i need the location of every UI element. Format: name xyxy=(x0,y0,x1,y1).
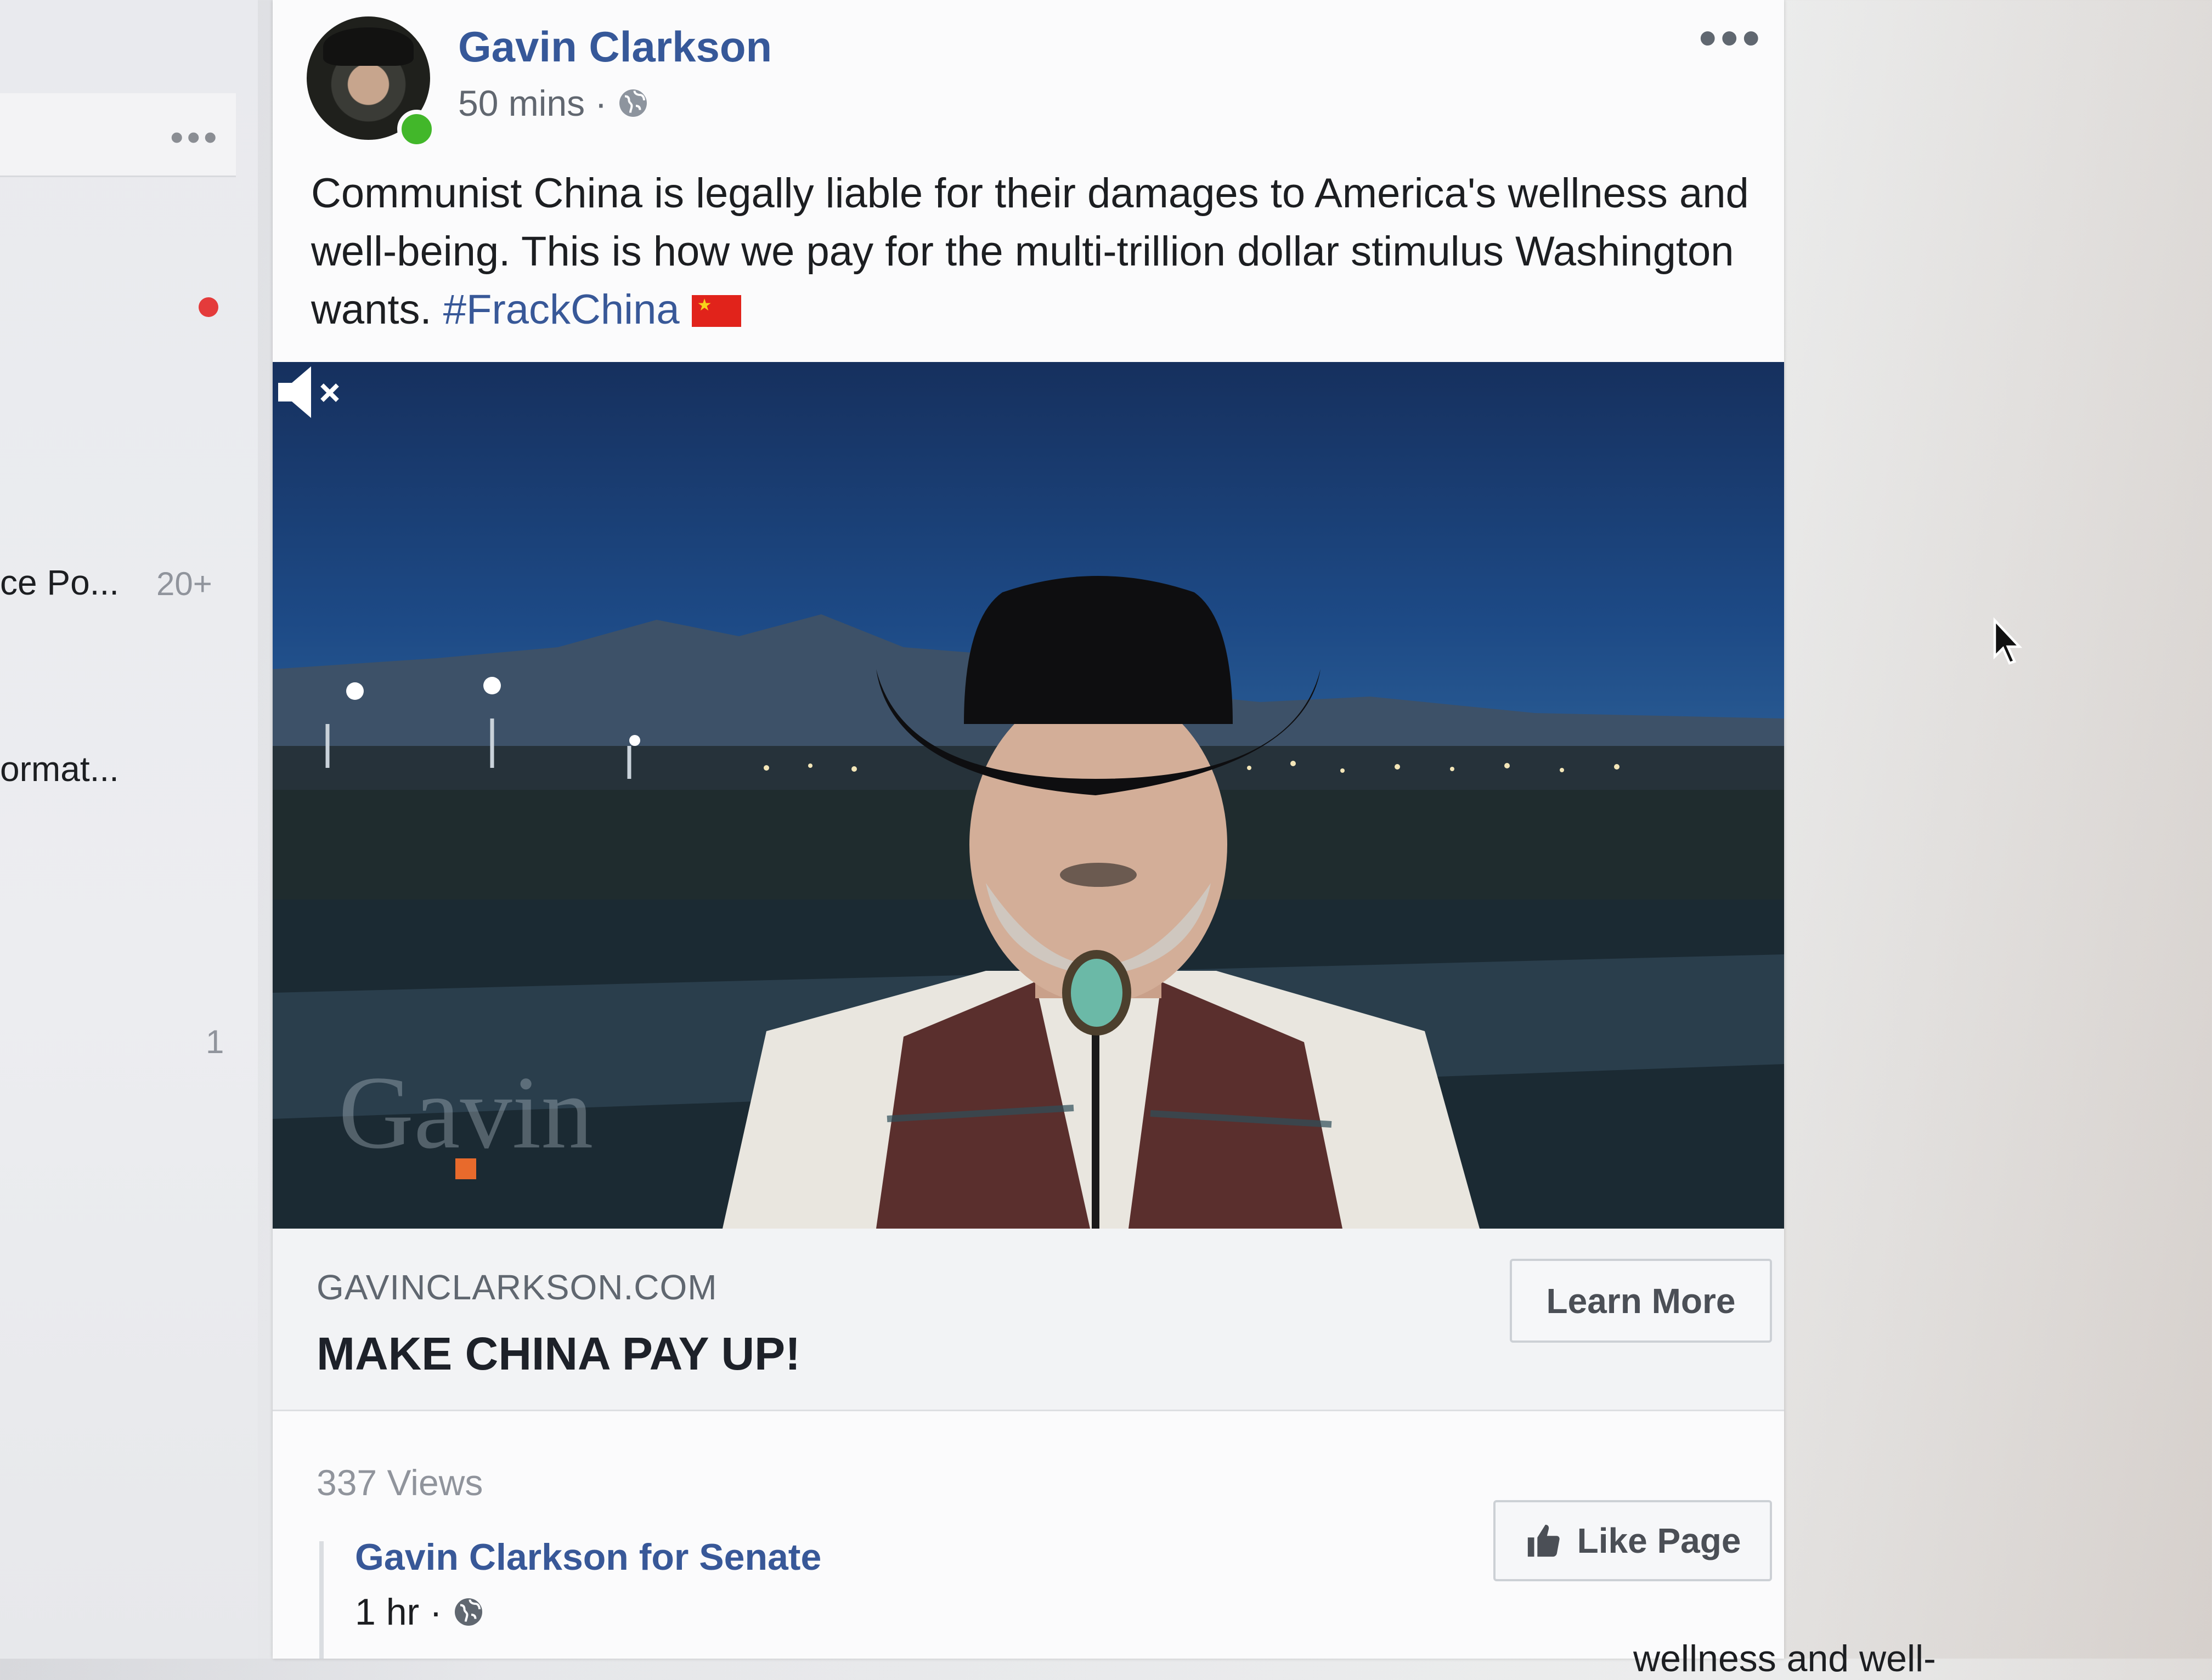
shared-post-divider xyxy=(319,1541,324,1659)
watermark-orange-mark xyxy=(455,1158,476,1179)
thumbs-up-icon xyxy=(1527,1524,1560,1557)
learn-more-button[interactable]: Learn More xyxy=(1510,1259,1772,1343)
post-meta: 50 mins · xyxy=(458,82,650,124)
feed-post: Gavin Clarkson 50 mins · ••• Communist C… xyxy=(273,0,1936,1679)
mute-icon[interactable] xyxy=(273,362,344,422)
sidebar-item-count: 1 xyxy=(206,1023,224,1060)
video-player[interactable]: Gavin xyxy=(273,362,1784,1229)
shared-post-meta: 1 hr · xyxy=(355,1591,485,1633)
shared-post-text-peek: wellness and well- xyxy=(1633,1638,1936,1679)
left-sidebar: ••• ce Po... 20+ ormat... 1 xyxy=(0,0,258,1659)
post-options-icon[interactable]: ••• xyxy=(1699,14,1764,63)
sidebar-more-icon[interactable]: ••• xyxy=(170,118,221,156)
view-count: 337 Views xyxy=(317,1462,483,1503)
china-flag-emoji xyxy=(691,295,741,327)
like-page-button[interactable]: Like Page xyxy=(1493,1500,1772,1581)
like-page-label: Like Page xyxy=(1577,1521,1741,1560)
sidebar-item-count: 20+ xyxy=(156,565,212,602)
avatar-hat-shape xyxy=(323,27,414,66)
mouse-cursor-icon xyxy=(1993,617,2023,665)
globe-icon xyxy=(619,89,647,117)
link-domain: GAVINCLARKSON.COM xyxy=(317,1268,718,1307)
sidebar-item-label[interactable]: ormat... xyxy=(0,749,119,789)
notification-dot xyxy=(199,297,218,317)
post-timestamp[interactable]: 50 mins · xyxy=(458,82,607,124)
sidebar-item-label[interactable]: ce Po... xyxy=(0,562,119,603)
post-message: Communist China is legally liable for th… xyxy=(311,165,1759,339)
avatar[interactable] xyxy=(307,16,436,149)
video-watermark: Gavin xyxy=(338,1055,594,1170)
globe-icon xyxy=(454,1598,482,1626)
link-preview[interactable]: GAVINCLARKSON.COM MAKE CHINA PAY UP! Lea… xyxy=(273,1229,1784,1411)
shared-post-timestamp[interactable]: 1 hr · xyxy=(355,1591,442,1633)
hashtag-link[interactable]: #FrackChina xyxy=(443,286,680,333)
online-status-dot xyxy=(397,110,436,149)
post-author-name[interactable]: Gavin Clarkson xyxy=(458,22,772,72)
link-title[interactable]: MAKE CHINA PAY UP! xyxy=(317,1327,800,1381)
shared-page-name[interactable]: Gavin Clarkson for Senate xyxy=(355,1536,821,1579)
